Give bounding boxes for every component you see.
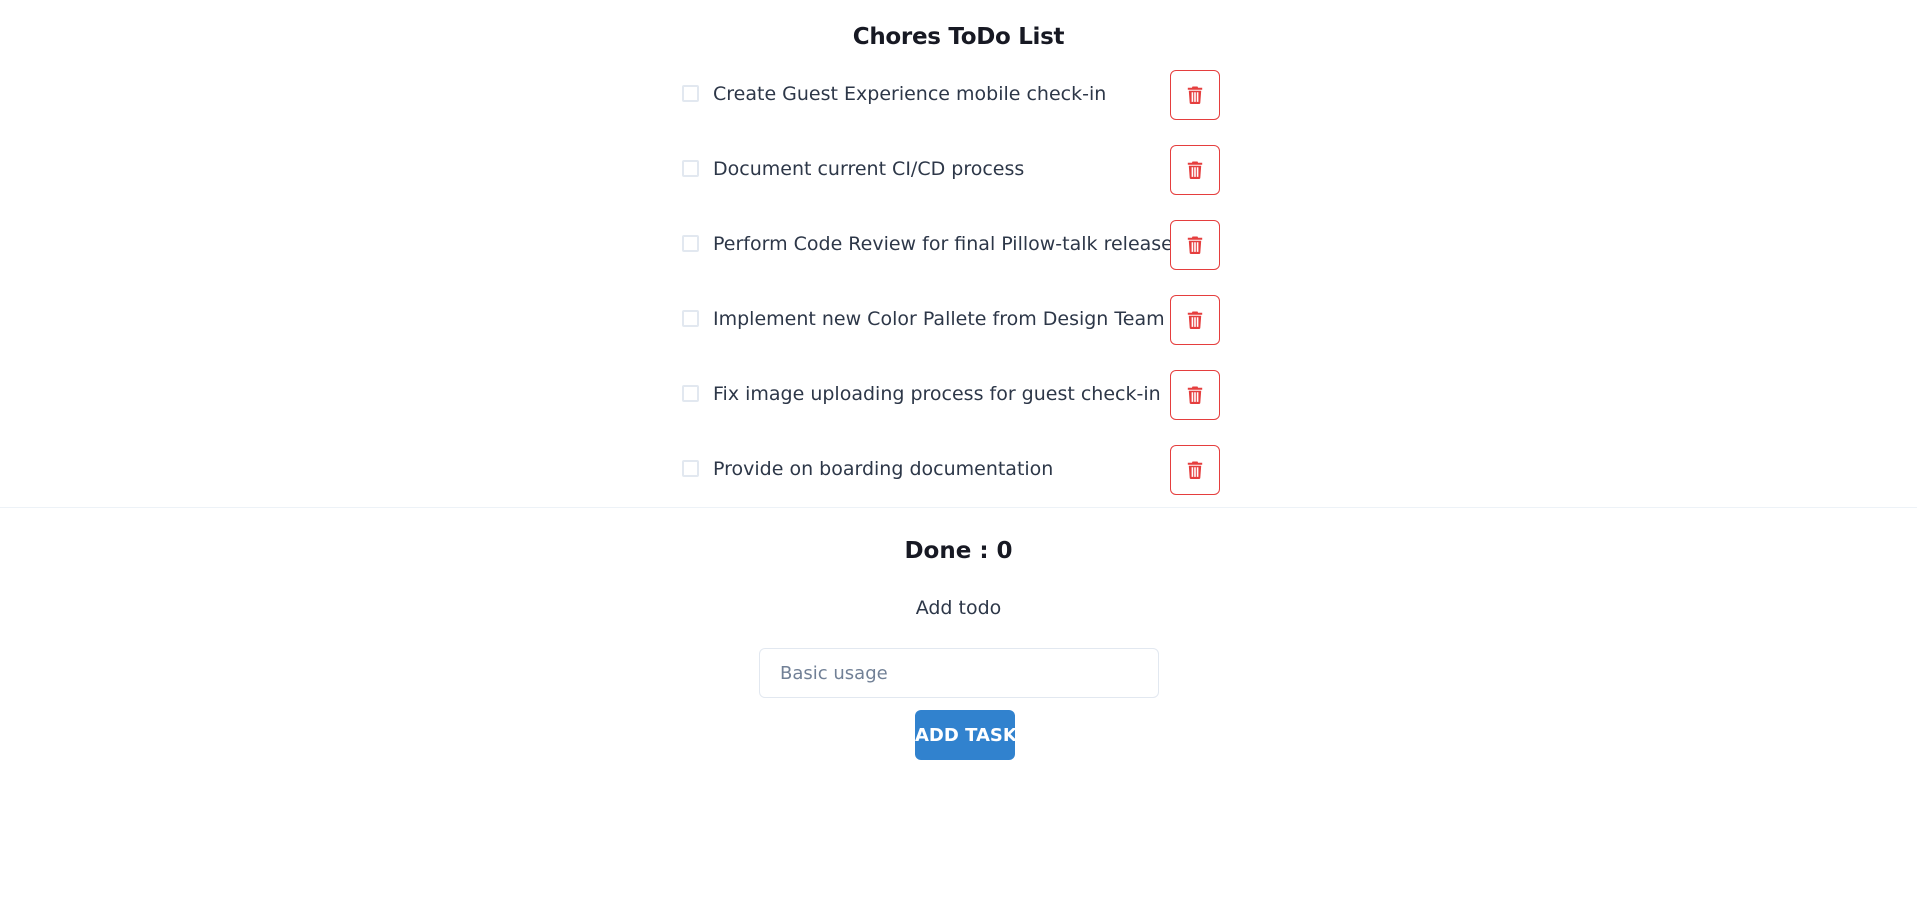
delete-button[interactable]	[1170, 370, 1220, 420]
delete-button[interactable]	[1170, 295, 1220, 345]
add-todo-input[interactable]	[759, 648, 1159, 698]
todo-item: Fix image uploading process for guest ch…	[682, 370, 1220, 420]
trash-icon	[1187, 461, 1203, 479]
todo-label: Document current CI/CD process	[713, 158, 1025, 180]
todo-item: Create Guest Experience mobile check-in	[682, 70, 1220, 120]
page: Chores ToDo List Create Guest Experience…	[0, 0, 1917, 908]
todo-checkbox[interactable]	[682, 460, 699, 477]
delete-button[interactable]	[1170, 445, 1220, 495]
trash-icon	[1187, 311, 1203, 329]
trash-icon	[1187, 386, 1203, 404]
done-counter: Done : 0	[904, 538, 1013, 564]
todo-label: Provide on boarding documentation	[713, 458, 1054, 480]
todo-list: Create Guest Experience mobile check-in …	[682, 70, 1220, 520]
todo-checkbox[interactable]	[682, 310, 699, 327]
divider	[0, 507, 1917, 508]
todo-checkbox[interactable]	[682, 385, 699, 402]
todo-label: Perform Code Review for final Pillow-tal…	[713, 233, 1173, 255]
delete-button[interactable]	[1170, 70, 1220, 120]
todo-label: Fix image uploading process for guest ch…	[713, 383, 1161, 405]
todo-checkbox[interactable]	[682, 85, 699, 102]
trash-icon	[1187, 86, 1203, 104]
todo-label: Create Guest Experience mobile check-in	[713, 83, 1107, 105]
todo-checkbox[interactable]	[682, 235, 699, 252]
delete-button[interactable]	[1170, 145, 1220, 195]
add-todo-label: Add todo	[915, 597, 1002, 619]
todo-item: Document current CI/CD process	[682, 145, 1220, 195]
page-title: Chores ToDo List	[852, 24, 1065, 50]
trash-icon	[1187, 236, 1203, 254]
todo-item: Provide on boarding documentation	[682, 445, 1220, 495]
trash-icon	[1187, 161, 1203, 179]
add-task-button[interactable]: ADD TASK	[915, 710, 1017, 760]
todo-item: Implement new Color Pallete from Design …	[682, 295, 1220, 345]
delete-button[interactable]	[1170, 220, 1220, 270]
todo-checkbox[interactable]	[682, 160, 699, 177]
todo-item: Perform Code Review for final Pillow-tal…	[682, 220, 1220, 270]
todo-label: Implement new Color Pallete from Design …	[713, 308, 1165, 330]
